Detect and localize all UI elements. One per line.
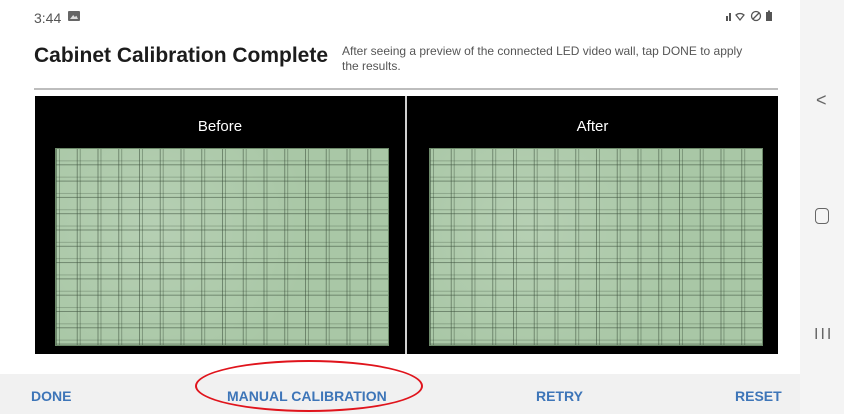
- calibration-preview: Before After: [35, 96, 778, 354]
- signal-wifi-battery-icon: [726, 10, 772, 22]
- page-description: After seeing a preview of the connected …: [342, 44, 743, 73]
- manual-calibration-button[interactable]: MANUAL CALIBRATION: [227, 388, 387, 404]
- before-label: Before: [197, 118, 243, 135]
- retry-button[interactable]: RETRY: [536, 388, 583, 404]
- after-panel: After: [407, 96, 778, 354]
- back-icon[interactable]: <: [816, 90, 827, 111]
- navigation-bar: < III: [800, 0, 844, 414]
- status-icons: [726, 10, 784, 25]
- recent-apps-icon[interactable]: III: [814, 326, 833, 344]
- before-led-wall-image: [55, 148, 389, 346]
- status-bar: 3:44: [0, 0, 800, 32]
- gallery-notification-icon: [68, 11, 80, 21]
- home-icon[interactable]: [815, 208, 829, 224]
- action-bar: DONE MANUAL CALIBRATION RETRY RESET: [0, 374, 800, 414]
- header-divider: [34, 88, 778, 90]
- reset-button[interactable]: RESET: [735, 388, 782, 404]
- after-led-wall-image: [429, 148, 763, 346]
- before-panel: Before: [35, 96, 405, 354]
- after-label: After: [576, 118, 609, 135]
- status-time: 3:44: [34, 10, 62, 26]
- done-button[interactable]: DONE: [31, 388, 71, 404]
- page-title: Cabinet Calibration Complete: [34, 44, 329, 67]
